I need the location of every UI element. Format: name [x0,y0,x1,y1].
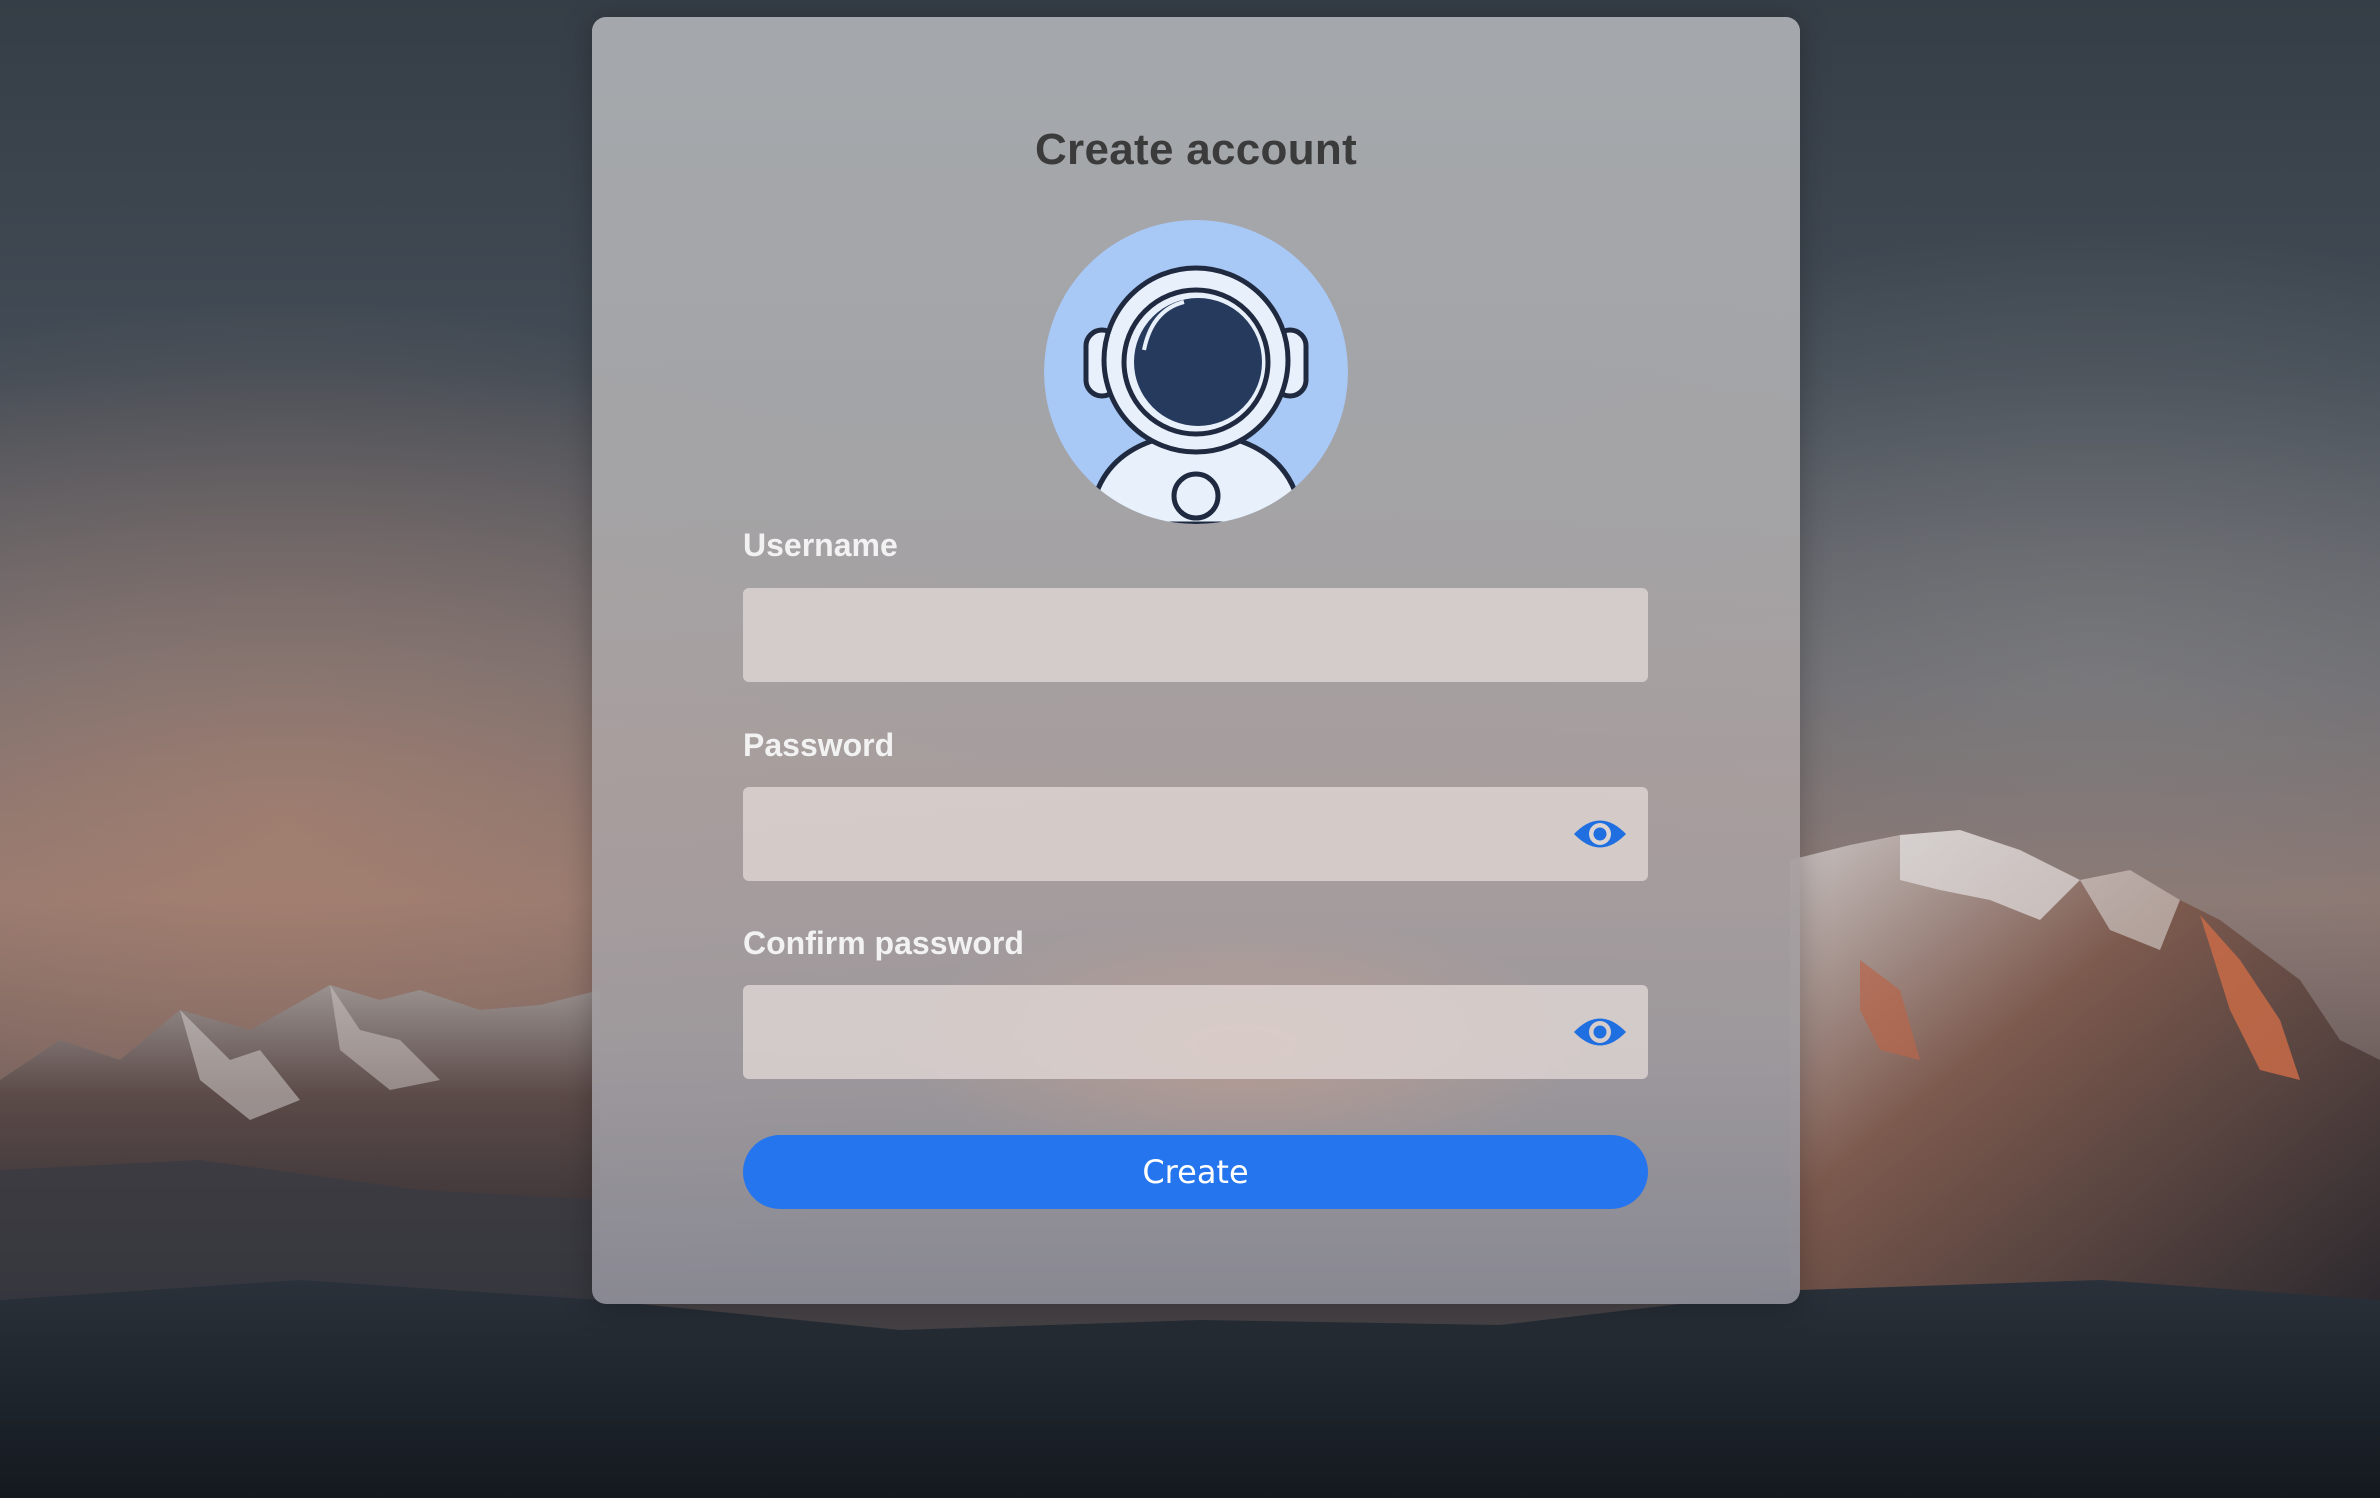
username-label: Username [743,527,898,563]
confirm-password-visibility-toggle[interactable] [1572,1009,1628,1055]
username-field-container [743,588,1648,682]
username-input[interactable] [743,588,1648,682]
create-account-card: Create account Username Password Confirm… [592,17,1800,1304]
confirm-password-input[interactable] [743,985,1648,1079]
page-title: Create account [1034,125,1358,174]
create-button[interactable]: Create [743,1135,1648,1209]
confirm-password-field-container [743,985,1648,1079]
eye-icon [1574,1018,1626,1046]
password-field-container [743,787,1648,881]
astronaut-avatar [1044,220,1348,524]
confirm-password-label: Confirm password [743,925,1024,961]
eye-icon [1574,820,1626,848]
password-visibility-toggle[interactable] [1572,811,1628,857]
password-label: Password [743,727,895,763]
password-input[interactable] [743,787,1648,881]
